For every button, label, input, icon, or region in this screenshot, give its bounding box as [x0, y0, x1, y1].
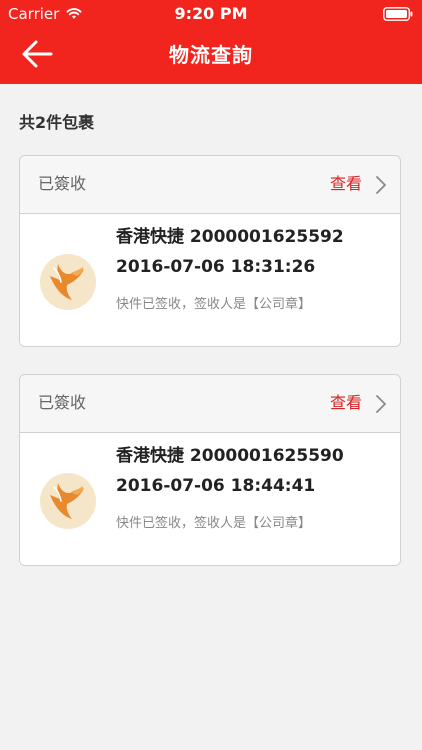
- package-card: 已簽收 查看 香港快捷 2000001625592 2016-07-06 18:…: [19, 155, 401, 347]
- chevron-right-icon[interactable]: [374, 175, 388, 195]
- delivery-status: 已簽收: [38, 174, 87, 193]
- package-card: 已簽收 查看 香港快捷 2000001625590 2016-07-06 18:…: [19, 374, 401, 566]
- status-bar: Carrier 9:20 PM: [0, 0, 422, 28]
- battery-icon: [383, 7, 413, 21]
- delivery-note: 快件已签收，签收人是【公司章】: [116, 516, 312, 531]
- app-screen: Carrier 9:20 PM 物流查詢 共2件包裹 已簽收 查看 香港快捷 2…: [0, 0, 422, 750]
- delivery-status: 已簽收: [38, 393, 87, 412]
- package-card-header[interactable]: 已簽收 查看: [20, 375, 400, 433]
- courier-logo: [40, 254, 96, 310]
- courier-tracking-number: 香港快捷 2000001625592: [116, 227, 344, 247]
- chevron-right-icon[interactable]: [374, 394, 388, 414]
- view-details-link[interactable]: 查看: [330, 393, 362, 413]
- delivery-datetime: 2016-07-06 18:31:26: [116, 257, 316, 277]
- package-card-header[interactable]: 已簽收 查看: [20, 156, 400, 214]
- header: Carrier 9:20 PM 物流查詢: [0, 0, 422, 84]
- courier-logo: [40, 473, 96, 529]
- package-card-body: 香港快捷 2000001625592 2016-07-06 18:31:26 快…: [20, 214, 400, 346]
- courier-tracking-number: 香港快捷 2000001625590: [116, 446, 344, 466]
- delivery-note: 快件已签收，签收人是【公司章】: [116, 297, 312, 312]
- clock: 9:20 PM: [174, 4, 248, 23]
- page-title: 物流查詢: [169, 43, 253, 67]
- package-card-body: 香港快捷 2000001625590 2016-07-06 18:44:41 快…: [20, 433, 400, 565]
- delivery-datetime: 2016-07-06 18:44:41: [116, 476, 316, 496]
- package-count: 共2件包裹: [19, 113, 95, 132]
- view-details-link[interactable]: 查看: [330, 174, 362, 194]
